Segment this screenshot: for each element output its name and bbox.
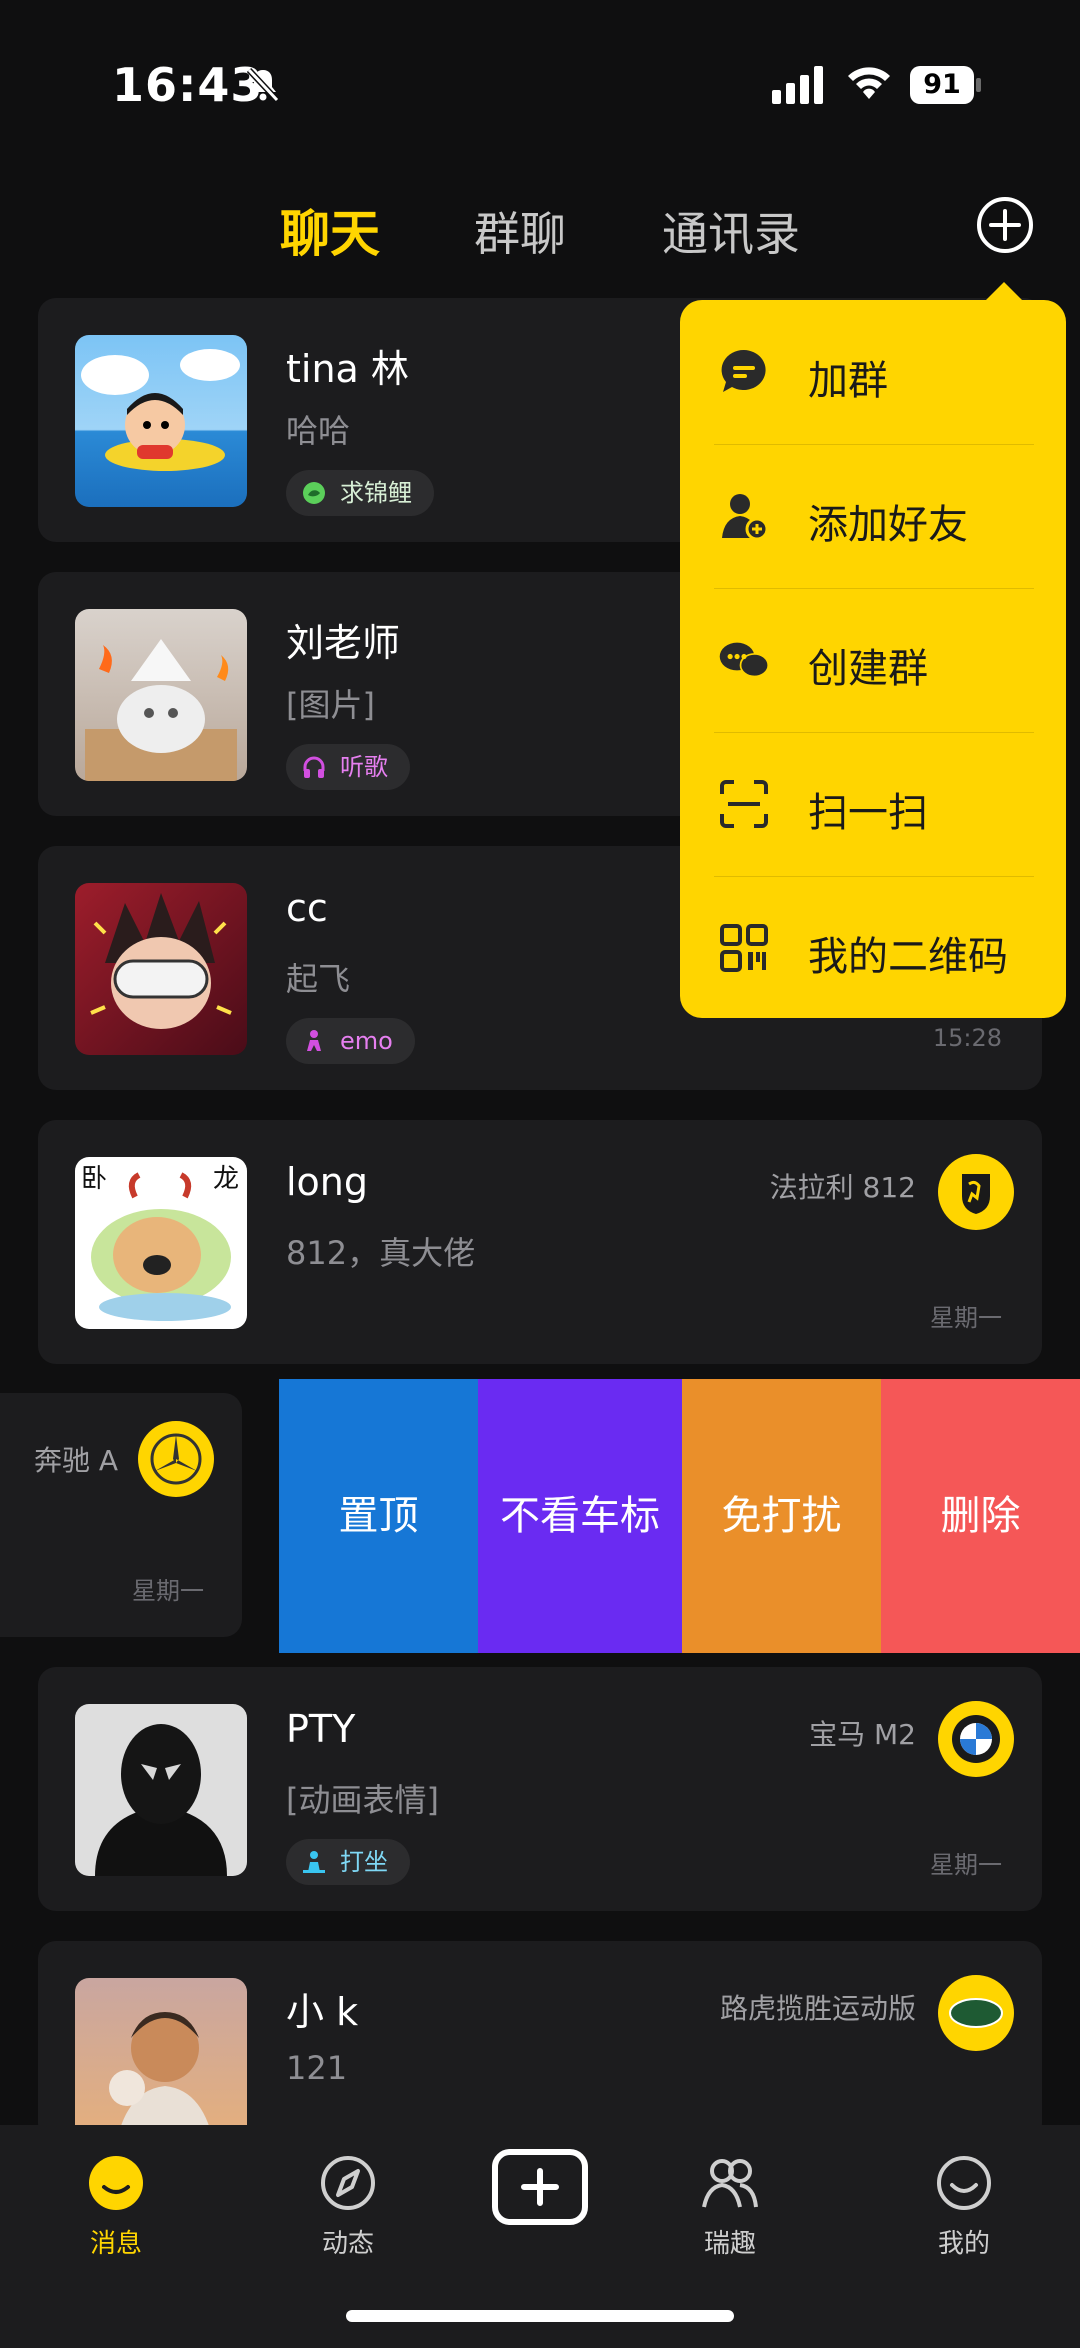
chat-row-pty[interactable]: PTY [动画表情] 打坐 宝马 M2 星期一: [38, 1667, 1042, 1911]
menu-item-create-group[interactable]: 创建群: [680, 588, 1066, 732]
chat-message: 812，真大佬: [286, 1234, 476, 1272]
avatar: [75, 335, 247, 507]
chat-name: 刘老师: [286, 621, 401, 665]
status-badge: 打坐: [286, 1839, 410, 1885]
menu-item-join-group[interactable]: 加群: [680, 300, 1066, 444]
chat-message: 哈哈: [286, 412, 351, 450]
chat-time: 星期一: [930, 1851, 1002, 1879]
smiley-icon: [937, 2156, 991, 2210]
add-menu-icon[interactable]: [976, 196, 1034, 254]
car-model: 奔驰 A: [34, 1444, 119, 1477]
tab-group-chat[interactable]: 群聊: [474, 198, 566, 264]
plus-icon: [521, 2168, 559, 2206]
chat-name: 小 k: [286, 1990, 359, 2034]
avatar: [75, 883, 247, 1055]
chat-row-swiped[interactable]: 奔驰 A 星期一: [0, 1393, 242, 1637]
nav-label: 瑞趣: [703, 2229, 756, 2259]
nav-me[interactable]: 我的: [904, 2153, 1024, 2260]
menu-item-label: 我的二维码: [808, 934, 1008, 980]
koi-icon: [303, 482, 325, 504]
avatar: [75, 1704, 247, 1876]
chat-message: 121: [286, 2049, 348, 2087]
home-indicator[interactable]: [346, 2310, 734, 2322]
hide-car-logo-button[interactable]: 不看车标: [478, 1379, 682, 1653]
chat-time: 15:28: [932, 1024, 1002, 1052]
nav-label: 我的: [937, 2229, 990, 2259]
meditate-icon: [303, 1851, 325, 1873]
friends-icon: [702, 2159, 758, 2208]
avatar: [75, 609, 247, 781]
menu-item-label: 创建群: [808, 646, 928, 692]
menu-item-my-qr-code[interactable]: 我的二维码: [680, 876, 1066, 1020]
car-model: 宝马 M2: [809, 1718, 916, 1751]
status-badge: emo: [286, 1018, 415, 1064]
group-chat-icon: [719, 642, 770, 678]
qr-code-icon: [720, 924, 768, 972]
chat-name: cc: [286, 886, 328, 930]
nav-label: 消息: [89, 2229, 142, 2259]
mercedes-logo-icon[interactable]: [138, 1421, 214, 1497]
battery-indicator: 91: [910, 66, 982, 104]
menu-item-scan[interactable]: 扫一扫: [680, 732, 1066, 876]
publish-button[interactable]: [492, 2149, 588, 2225]
signal-icon: [772, 66, 823, 104]
nav-moments[interactable]: 动态: [288, 2153, 408, 2260]
menu-item-label: 添加好友: [808, 502, 968, 548]
status-badge-label: 求锦鲤: [340, 479, 412, 507]
chat-name: PTY: [286, 1707, 356, 1751]
status-badge: 听歌: [286, 744, 410, 790]
status-badge-label: emo: [340, 1027, 393, 1055]
nav-ruiqu[interactable]: 瑞趣: [670, 2153, 790, 2260]
chat-bubble-icon: [721, 349, 766, 392]
messages-icon: [89, 2156, 143, 2210]
chat-name: tina 林: [286, 347, 409, 391]
svg-text:卧: 卧: [81, 1164, 107, 1194]
chat-time: 星期一: [930, 1304, 1002, 1332]
wifi-icon: [848, 67, 890, 99]
emo-icon: [307, 1030, 321, 1051]
menu-item-label: 加群: [808, 358, 888, 404]
tab-contacts[interactable]: 通讯录: [662, 198, 800, 264]
compass-icon: [321, 2156, 375, 2210]
menu-item-label: 扫一扫: [808, 790, 928, 836]
chat-message: [动画表情]: [286, 1781, 439, 1819]
tab-chat[interactable]: 聊天: [280, 194, 380, 266]
do-not-disturb-button[interactable]: 免打扰: [682, 1379, 881, 1653]
chat-message: 起飞: [286, 960, 351, 998]
add-friend-icon: [722, 494, 769, 541]
status-bar: 16:43 91: [0, 0, 1080, 170]
car-model: 路虎揽胜运动版: [719, 1992, 916, 2025]
chat-row-xiaok[interactable]: 小 k 121 路虎揽胜运动版: [38, 1941, 1042, 2150]
status-badge-label: 听歌: [340, 753, 388, 781]
pin-button[interactable]: 置顶: [279, 1379, 478, 1653]
add-menu-popup: 加群 添加好友 创建群 扫一扫 我的二维码: [680, 300, 1066, 1018]
headphones-icon: [303, 756, 325, 778]
bmw-logo-icon[interactable]: [938, 1701, 1014, 1777]
scan-icon: [720, 780, 768, 828]
top-tabs: 聊天 群聊 通讯录: [0, 190, 1080, 263]
battery-level: 91: [910, 66, 974, 104]
status-badge: 求锦鲤: [286, 470, 434, 516]
menu-item-add-friend[interactable]: 添加好友: [680, 444, 1066, 588]
delete-button[interactable]: 删除: [881, 1379, 1080, 1653]
nav-messages[interactable]: 消息: [56, 2153, 176, 2260]
chat-message: [图片]: [286, 686, 375, 724]
chat-name: long: [286, 1160, 369, 1204]
status-time: 16:43: [112, 58, 264, 112]
car-model: 法拉利 812: [769, 1171, 916, 1204]
land-rover-logo-icon[interactable]: [938, 1975, 1014, 2051]
bell-muted-icon: [246, 67, 280, 103]
status-badge-label: 打坐: [340, 1848, 388, 1876]
avatar: 卧 龙: [75, 1157, 247, 1329]
svg-text:龙: 龙: [213, 1164, 239, 1194]
ferrari-logo-icon[interactable]: [938, 1154, 1014, 1230]
chat-row-long[interactable]: 卧 龙 long 812，真大佬 法拉利 812 星期一: [38, 1120, 1042, 1364]
chat-time: 星期一: [132, 1577, 204, 1605]
nav-label: 动态: [321, 2229, 374, 2259]
